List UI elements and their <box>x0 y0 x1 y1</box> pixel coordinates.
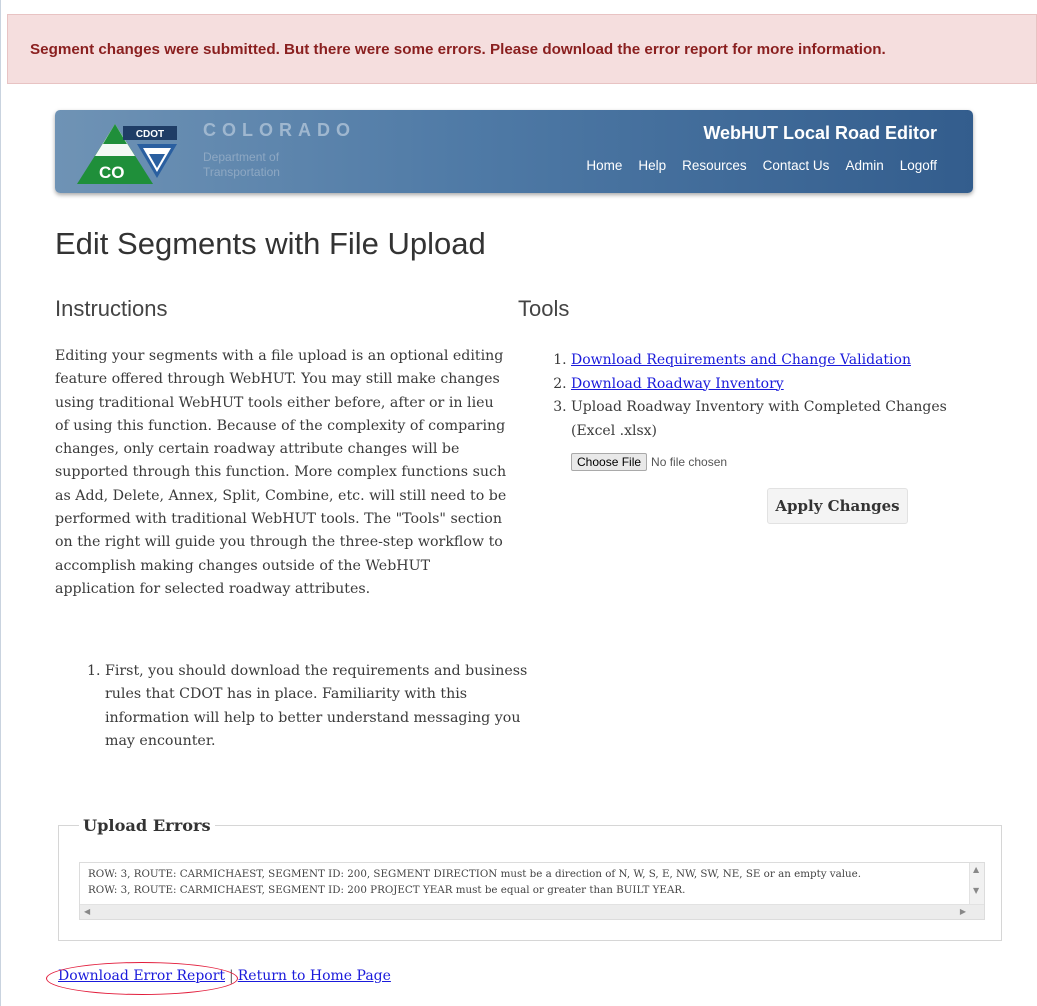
vertical-scrollbar[interactable]: ▲ ▼ <box>969 863 984 905</box>
nav-help[interactable]: Help <box>638 158 666 173</box>
upload-errors-legend: Upload Errors <box>79 816 215 835</box>
return-home-link[interactable]: Return to Home Page <box>238 968 391 984</box>
logo-co-text: CO <box>99 163 125 182</box>
page-title: Edit Segments with File Upload <box>55 226 486 261</box>
download-requirements-link[interactable]: Download Requirements and Change Validat… <box>571 352 911 368</box>
error-line: ROW: 3, ROUTE: CARMICHAEST, SEGMENT ID: … <box>88 884 686 896</box>
error-alert: Segment changes were submitted. But ther… <box>7 14 1037 84</box>
nav-resources[interactable]: Resources <box>682 158 747 173</box>
tools-item-download-inventory: Download Roadway Inventory <box>571 373 971 397</box>
apply-changes-button[interactable]: Apply Changes <box>767 488 908 524</box>
horizontal-scrollbar[interactable]: ◀ ▶ <box>80 904 984 919</box>
alert-message: Segment changes were submitted. But ther… <box>30 40 886 58</box>
file-status: No file chosen <box>651 455 728 469</box>
instructions-paragraph: Editing your segments with a file upload… <box>55 348 507 597</box>
upload-errors-textarea[interactable]: ROW: 3, ROUTE: CARMICHAEST, SEGMENT ID: … <box>79 862 985 920</box>
download-inventory-link[interactable]: Download Roadway Inventory <box>571 376 784 392</box>
download-error-report-link[interactable]: Download Error Report <box>58 968 225 984</box>
scroll-right-icon[interactable]: ▶ <box>960 908 966 916</box>
logo-badge-text: CDOT <box>136 129 164 140</box>
instructions-heading: Instructions <box>55 296 168 321</box>
tools-item-download-requirements: Download Requirements and Change Validat… <box>571 349 971 373</box>
choose-file-button[interactable]: Choose File <box>571 453 648 471</box>
scroll-left-icon[interactable]: ◀ <box>84 908 90 916</box>
link-separator: | <box>229 968 234 984</box>
bottom-links: Download Error Report | Return to Home Pag… <box>58 968 391 984</box>
nav-logoff[interactable]: Logoff <box>900 158 937 173</box>
instructions-steps: First, you should download the requireme… <box>55 660 545 753</box>
main-nav: Home Help Resources Contact Us Admin Log… <box>586 158 937 173</box>
scroll-down-icon[interactable]: ▼ <box>973 887 979 895</box>
nav-home[interactable]: Home <box>586 158 622 173</box>
tools-heading: Tools <box>518 296 570 321</box>
site-header: CDOT CO COLORADO Department of Transport… <box>55 110 973 193</box>
nav-contact-us[interactable]: Contact Us <box>763 158 830 173</box>
tools-list: Download Requirements and Change Validat… <box>518 349 971 443</box>
nav-admin[interactable]: Admin <box>845 158 883 173</box>
instruction-step: First, you should download the requireme… <box>105 660 545 753</box>
upload-errors-panel: Upload Errors ROW: 3, ROUTE: CARMICHAEST… <box>58 816 1002 941</box>
brand-subtitle: Department of Transportation <box>203 150 280 179</box>
file-upload-row: Choose File No file chosen <box>571 453 727 471</box>
tools-item-upload-inventory: Upload Roadway Inventory with Completed … <box>571 396 971 443</box>
app-title: WebHUT Local Road Editor <box>703 123 937 143</box>
scroll-up-icon[interactable]: ▲ <box>973 866 979 874</box>
error-line: ROW: 3, ROUTE: CARMICHAEST, SEGMENT ID: … <box>88 868 862 880</box>
brand-name: COLORADO <box>203 120 356 140</box>
cdot-logo: CDOT CO <box>77 124 177 184</box>
